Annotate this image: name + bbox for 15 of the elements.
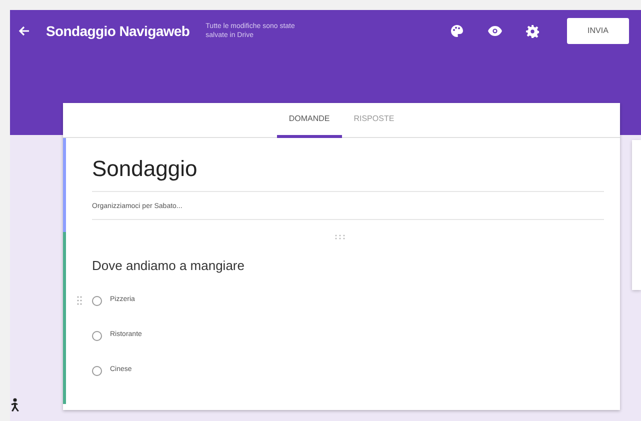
radio-button[interactable] [92,366,102,376]
eye-icon[interactable] [488,26,502,36]
person-icon [9,398,21,412]
settings-icon[interactable] [526,24,539,38]
radio-button[interactable] [92,296,102,306]
radio-button[interactable] [92,330,102,340]
send-button[interactable]: INVIA [567,18,629,44]
form-title: Sondaggio Navigaweb [46,22,190,41]
form-title-field[interactable]: Sondaggio [92,152,604,192]
tab[interactable]: DOMANDE [276,103,342,138]
drag-handle-icon[interactable] [77,296,82,305]
palette-icon[interactable] [450,24,464,38]
question-title[interactable]: Dove andiamo a mangiare [92,256,604,275]
drag-handle-icon[interactable] [334,234,346,240]
back-icon[interactable] [18,25,30,37]
